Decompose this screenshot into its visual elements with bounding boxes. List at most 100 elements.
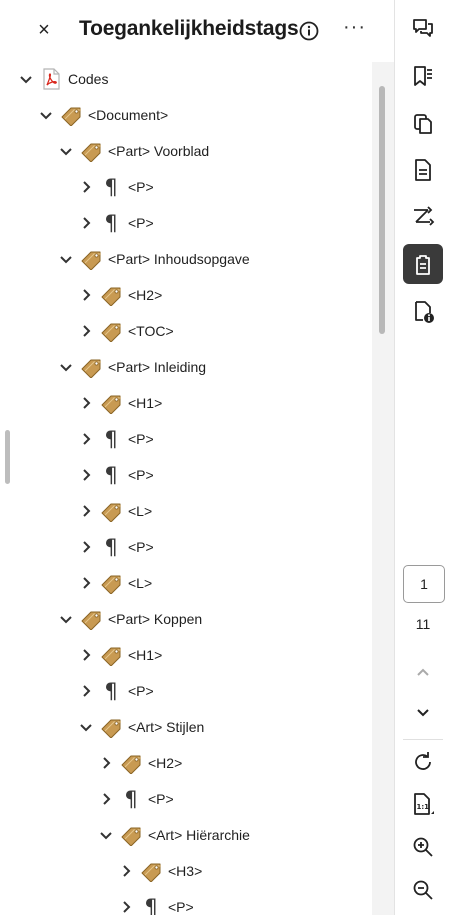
tree-scrollbar[interactable] [372, 62, 394, 915]
tag-icon [80, 248, 102, 271]
tree-node[interactable]: <TOC> [78, 316, 174, 346]
tree-node[interactable]: ¶ <P> [78, 676, 154, 706]
tree-node[interactable]: <H1> [78, 640, 162, 670]
comments-icon [411, 16, 435, 40]
chevron-down-icon[interactable] [38, 107, 54, 123]
panel-title: Toegankelijkheidstags [79, 17, 299, 40]
tree-node-label: Codes [68, 71, 109, 87]
tree-node[interactable]: Codes [18, 64, 108, 94]
chevron-right-icon[interactable] [78, 323, 94, 339]
pdf-icon [40, 68, 62, 90]
tree-node[interactable]: ¶ <P> [78, 532, 154, 562]
reading-order-button[interactable] [403, 196, 443, 236]
tree-node-label: <Document> [88, 107, 169, 123]
chevron-right-icon[interactable] [78, 395, 94, 411]
rotate-button[interactable] [403, 742, 443, 782]
resize-handle[interactable] [5, 430, 10, 484]
tree-node-label: <TOC> [128, 323, 174, 339]
close-button[interactable]: × [34, 18, 54, 42]
chevron-right-icon[interactable] [78, 287, 94, 303]
zoom-out-button[interactable] [403, 870, 443, 910]
bookmarks-button[interactable] [403, 56, 443, 96]
actual-size-button[interactable]: 1:1 [403, 785, 443, 825]
tag-icon [80, 140, 102, 163]
chevron-right-icon[interactable] [78, 575, 94, 591]
next-page-button[interactable] [403, 693, 443, 733]
chevron-right-icon[interactable] [118, 863, 134, 879]
tree-node[interactable]: ¶ <P> [78, 424, 154, 454]
scrollbar-thumb[interactable] [379, 86, 385, 334]
right-toolbar: 1 11 1:1 [394, 0, 452, 915]
tree-node[interactable]: <H2> [78, 280, 162, 310]
chevron-down-icon[interactable] [78, 719, 94, 735]
current-page-input[interactable]: 1 [403, 565, 445, 603]
tree-node[interactable]: <Part> Inleiding [58, 352, 206, 382]
tree-node[interactable]: <H1> [78, 388, 162, 418]
tag-icon [140, 860, 162, 883]
tree-node[interactable]: <H3> [118, 856, 202, 886]
tree-node[interactable]: <Document> [38, 100, 168, 130]
tree-node-label: <H3> [168, 863, 203, 879]
tree-node-label: <P> [128, 683, 154, 699]
actual-size-icon: 1:1 [410, 792, 436, 818]
chevron-right-icon[interactable] [78, 539, 94, 555]
tag-tree: Codes <Document> <Part> Voorblad ¶ <P> ¶ <P> <P… [0, 62, 372, 915]
tag-icon [100, 392, 122, 415]
tree-node[interactable]: <Art> Stijlen [78, 712, 204, 742]
accessibility-tags-button[interactable] [403, 244, 443, 284]
pages-button[interactable] [403, 104, 443, 144]
tree-node-label: <Art> Stijlen [128, 719, 205, 735]
chevron-up-icon [415, 664, 431, 680]
tree-node-label: <P> [128, 539, 154, 555]
document-properties-icon [411, 300, 435, 324]
tag-icon [120, 752, 142, 775]
document-properties-button[interactable] [403, 292, 443, 332]
tree-node[interactable]: ¶ <P> [78, 460, 154, 490]
tree-node-label: <L> [128, 503, 153, 519]
tree-node[interactable]: <L> [78, 496, 152, 526]
tree-node-label: <H1> [128, 647, 163, 663]
chevron-right-icon[interactable] [78, 431, 94, 447]
tree-node[interactable]: <Part> Koppen [58, 604, 202, 634]
chevron-down-icon[interactable] [58, 611, 74, 627]
tree-node[interactable]: ¶ <P> [118, 892, 194, 915]
chevron-down-icon[interactable] [98, 827, 114, 843]
chevron-down-icon[interactable] [58, 143, 74, 159]
tag-icon [60, 104, 82, 127]
chevron-down-icon[interactable] [58, 359, 74, 375]
zoom-out-icon [411, 878, 435, 902]
tree-node[interactable]: ¶ <P> [78, 172, 154, 202]
tree-node[interactable]: <Part> Inhoudsopgave [58, 244, 250, 274]
paragraph-icon: ¶ [144, 895, 158, 915]
tree-node[interactable]: ¶ <P> [78, 208, 154, 238]
tag-icon [100, 284, 122, 307]
chevron-down-icon[interactable] [58, 251, 74, 267]
svg-text:1:1: 1:1 [417, 803, 430, 811]
tree-node-label: <P> [148, 791, 174, 807]
previous-page-button[interactable] [403, 652, 443, 692]
tree-node-label: <P> [168, 899, 194, 915]
tag-icon [100, 500, 122, 523]
tree-node[interactable]: <L> [78, 568, 152, 598]
chevron-right-icon[interactable] [78, 647, 94, 663]
chevron-right-icon[interactable] [118, 899, 134, 915]
chevron-right-icon[interactable] [98, 791, 114, 807]
chevron-right-icon[interactable] [78, 179, 94, 195]
chevron-right-icon[interactable] [78, 215, 94, 231]
chevron-right-icon[interactable] [78, 683, 94, 699]
tree-node-label: <P> [128, 179, 154, 195]
chevron-right-icon[interactable] [78, 503, 94, 519]
tree-node[interactable]: <Part> Voorblad [58, 136, 209, 166]
comments-button[interactable] [403, 8, 443, 48]
info-icon[interactable] [299, 21, 319, 41]
rotate-icon [411, 750, 435, 774]
tree-node[interactable]: ¶ <P> [98, 784, 174, 814]
chevron-down-icon[interactable] [18, 71, 34, 87]
document-button[interactable] [403, 150, 443, 190]
chevron-right-icon[interactable] [98, 755, 114, 771]
more-options-button[interactable]: ··· [343, 17, 366, 37]
zoom-in-button[interactable] [403, 827, 443, 867]
tree-node[interactable]: <Art> Hiërarchie [98, 820, 250, 850]
tree-node[interactable]: <H2> [98, 748, 182, 778]
chevron-right-icon[interactable] [78, 467, 94, 483]
